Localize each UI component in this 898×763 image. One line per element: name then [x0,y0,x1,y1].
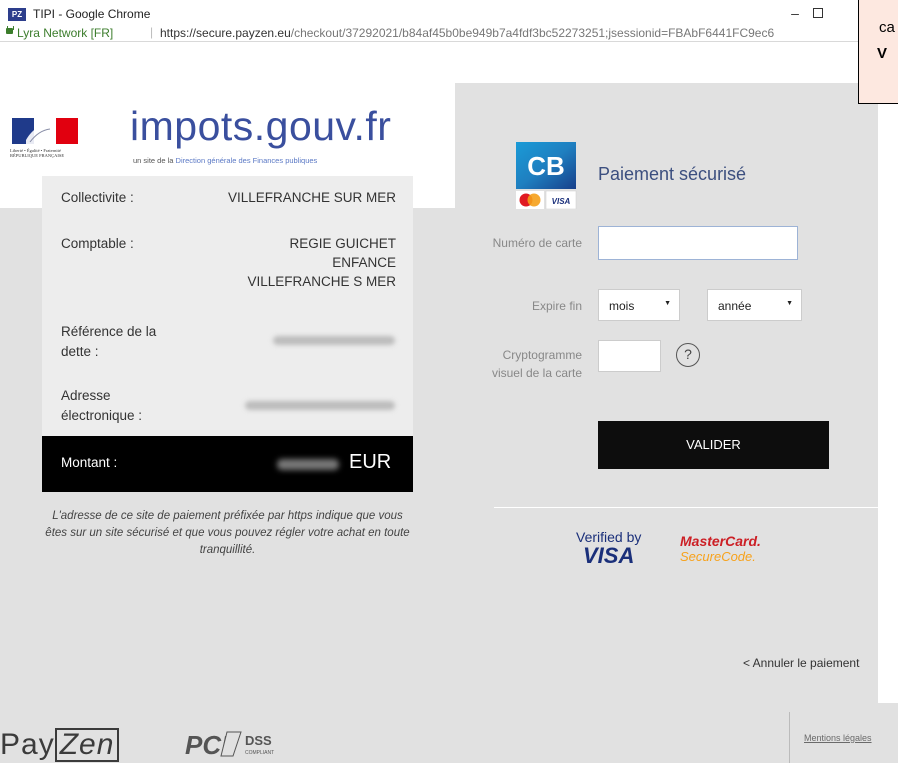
collectivite-label: Collectivite : [61,190,134,205]
url-host: https://secure.payzen.eu [160,26,291,40]
comptable-value-line3: VILLEFRANCHE S MER [247,274,396,289]
card-number-input[interactable] [598,226,798,260]
overlay-callout: ca V [858,0,898,104]
cb-card-logo-icon: CB VISA [516,142,577,209]
debt-info-card: Collectivite : VILLEFRANCHE SUR MER Comp… [42,176,413,478]
compliant-text: COMPLIANT [245,750,274,756]
adresse-label-line1: Adresse [61,388,111,403]
expiry-label: Expire fin [531,299,582,313]
url-path: /checkout/37292021/b84af45b0be949b7a4fdf… [290,26,775,40]
expiry-month-select[interactable]: mois ▼ [598,289,680,321]
rf-name: RÉPUBLIQUE FRANÇAISE [10,153,65,158]
comptable-label: Comptable : [61,236,134,251]
payment-title: Paiement sécurisé [598,164,747,184]
amount-bar: Montant : EUR [42,436,413,492]
email-value-redacted [245,401,395,410]
browser-titlebar: PZ TIPI - Google Chrome – Lyra Network [… [0,0,898,42]
chevron-down-icon: ▼ [786,300,793,307]
window-title: TIPI - Google Chrome [33,7,151,21]
payzen-logo: Pay Zen [0,728,120,762]
security-note: L'adresse de ce site de paiement préfixé… [45,510,410,556]
help-icon[interactable]: ? [676,343,700,367]
reference-label-line1: Référence de la [61,324,157,339]
impots-brand: impots.gouv.fr [130,103,392,149]
card-number-label: Numéro de carte [492,236,582,250]
app-logo-icon: PZ [8,8,26,21]
validate-button[interactable]: VALIDER [598,421,829,469]
overlay-text-line1: ca [879,19,895,36]
reference-label-line2: dette : [61,344,99,359]
securecode-text: SecureCode. [680,549,756,564]
amount-label: Montant : [61,455,118,470]
address-bar[interactable]: Lyra Network [FR] | https://secure.payze… [0,26,898,42]
visa-text: VISA [583,543,635,568]
chevron-down-icon: ▼ [664,300,671,307]
pci-dss-logo-icon: PCI DSS COMPLIANT [185,730,274,758]
amount-currency: EUR [349,451,392,473]
maximize-button[interactable] [813,8,823,18]
cvv-label: Cryptogramme visuel de la carte [491,348,582,380]
cvv-input[interactable] [598,340,661,372]
footer-divider [789,712,790,763]
year-selected-value: année [718,299,752,313]
minimize-button[interactable]: – [785,3,805,23]
legal-notice-link[interactable]: Mentions légales [804,733,872,743]
mastercard-securecode-logo: MasterCard. SecureCode. [680,533,761,564]
visa-small-text: VISA [552,197,571,206]
comptable-value-line2: ENFANCE [332,255,396,270]
site-identity[interactable]: Lyra Network [FR] [17,26,113,40]
adresse-label-line2: électronique : [61,408,143,423]
cancel-payment-link[interactable]: < Annuler le paiement [743,656,859,670]
verified-by-visa-logo: Verified by VISA [576,529,641,567]
page-content: Liberté • Égalité • Fraternité RÉPUBLIQU… [0,43,898,763]
subtitle-main: Direction générale des Finances publique… [175,156,318,165]
collectivite-value: VILLEFRANCHE SUR MER [227,190,396,205]
dss-text: DSS [245,733,272,748]
amount-value-redacted [277,459,339,470]
republique-text: Liberté • Égalité • Fraternité RÉPUBLIQU… [10,148,64,158]
payzen-text-b: Zen [54,728,120,762]
cb-text: CB [527,151,565,181]
scrollbar-track[interactable] [878,83,898,763]
expiry-year-select[interactable]: année ▼ [707,289,802,321]
comptable-value-line1: REGIE GUICHET [289,236,396,251]
month-selected-value: mois [609,299,635,313]
lock-icon [6,26,14,34]
overlay-text-line2: V [877,45,888,62]
mastercard-text: MasterCard. [680,533,761,549]
footer: Pay Zen PCI DSS COMPLIANT Mentions légale… [0,703,898,763]
payzen-text-a: Pay [0,728,55,761]
reference-value-redacted [273,336,395,345]
subtitle-prefix: un site de la [133,156,174,165]
address-separator: | [150,26,154,39]
impots-subtitle: un site de la Direction générale des Fin… [133,156,317,165]
url-text[interactable]: https://secure.payzen.eu/checkout/372920… [160,26,774,40]
divider [494,507,878,508]
payment-header-background [455,43,898,83]
